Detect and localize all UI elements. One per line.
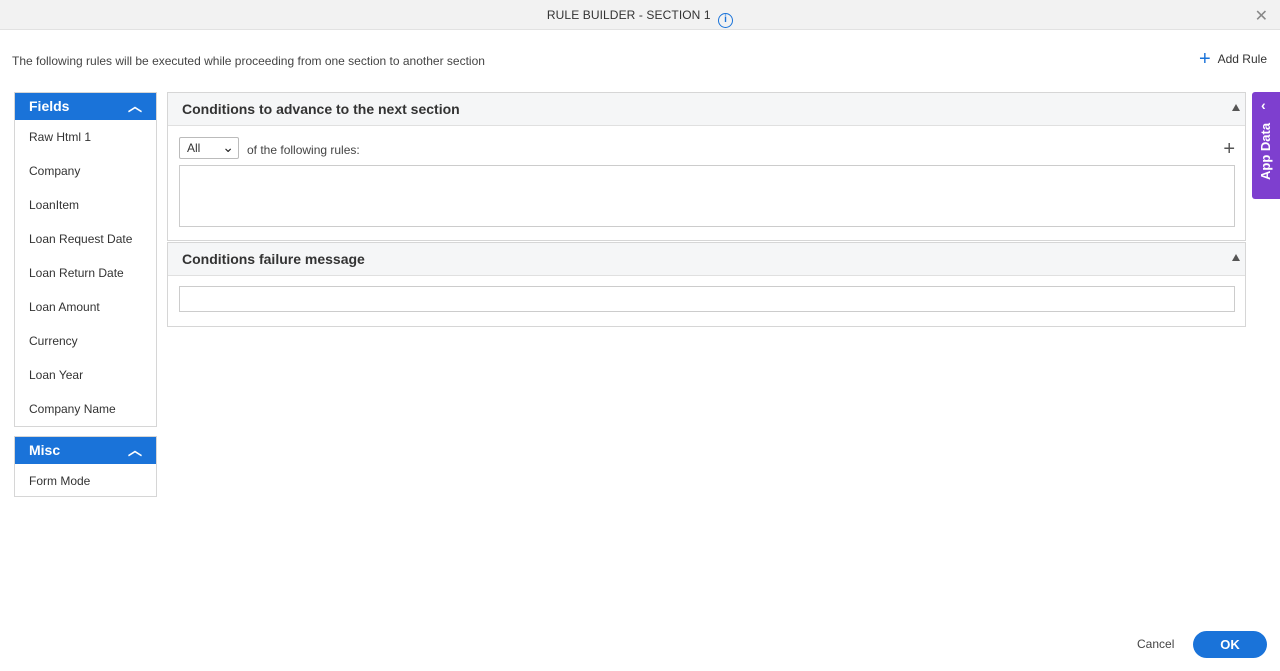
close-icon[interactable]: ✕ <box>1255 6 1268 26</box>
field-item-company-name[interactable]: Company Name <box>15 392 156 426</box>
advance-conditions-section: Conditions to advance to the next sectio… <box>167 92 1246 241</box>
fields-panel-header[interactable]: Fields ︿ <box>15 93 156 120</box>
field-item-loan-request-date[interactable]: Loan Request Date <box>15 222 156 256</box>
field-item-loan-year[interactable]: Loan Year <box>15 358 156 392</box>
collapse-caret-icon[interactable] <box>1232 104 1240 111</box>
rules-description: The following rules will be executed whi… <box>12 54 485 68</box>
fields-panel: Fields ︿ Raw Html 1 Company LoanItem Loa… <box>14 92 157 427</box>
field-item-loan-return-date[interactable]: Loan Return Date <box>15 256 156 290</box>
match-select-value: All <box>187 141 201 155</box>
misc-panel: Misc ︿ Form Mode <box>14 436 157 497</box>
info-icon[interactable]: i <box>718 13 734 28</box>
chevron-up-icon[interactable]: ︿ <box>128 96 142 116</box>
dialog-title: RULE BUILDER - SECTION 1 i <box>0 8 1280 28</box>
misc-panel-header[interactable]: Misc ︿ <box>15 437 156 464</box>
dialog-title-text: RULE BUILDER - SECTION 1 <box>546 8 711 22</box>
rules-box[interactable] <box>179 165 1235 227</box>
chevron-up-icon[interactable]: ︿ <box>128 440 142 460</box>
chevron-down-icon: ⌄ <box>222 139 234 155</box>
cancel-button[interactable]: Cancel <box>1137 637 1174 651</box>
dialog-titlebar: RULE BUILDER - SECTION 1 i ✕ <box>0 0 1280 30</box>
failure-message-section: Conditions failure message <box>167 242 1246 327</box>
chevron-left-icon: ‹ <box>1261 97 1266 113</box>
add-rule-label: Add Rule <box>1217 52 1267 66</box>
field-item-company[interactable]: Company <box>15 154 156 188</box>
fields-panel-title: Fields <box>29 98 70 114</box>
field-item-loan-amount[interactable]: Loan Amount <box>15 290 156 324</box>
following-rules-text: of the following rules: <box>247 143 360 157</box>
match-select[interactable]: All ⌄ <box>179 137 239 159</box>
app-data-label: App Data <box>1258 122 1273 180</box>
failure-message-title: Conditions failure message <box>182 251 365 267</box>
plus-icon: + <box>1198 48 1211 70</box>
add-condition-icon[interactable]: + <box>1223 139 1235 159</box>
field-item-currency[interactable]: Currency <box>15 324 156 358</box>
advance-conditions-title: Conditions to advance to the next sectio… <box>182 101 460 117</box>
app-data-tab[interactable]: ‹ App Data <box>1252 92 1280 199</box>
field-item-loanitem[interactable]: LoanItem <box>15 188 156 222</box>
failure-message-header: Conditions failure message <box>168 243 1245 276</box>
advance-conditions-header: Conditions to advance to the next sectio… <box>168 93 1245 126</box>
misc-panel-title: Misc <box>29 442 61 458</box>
collapse-caret-icon[interactable] <box>1232 254 1240 261</box>
misc-item-form-mode[interactable]: Form Mode <box>15 464 156 498</box>
field-item-raw-html-1[interactable]: Raw Html 1 <box>15 120 156 154</box>
add-rule-button[interactable]: + Add Rule <box>1198 48 1267 70</box>
failure-message-input[interactable] <box>179 286 1235 312</box>
ok-button[interactable]: OK <box>1193 631 1267 658</box>
